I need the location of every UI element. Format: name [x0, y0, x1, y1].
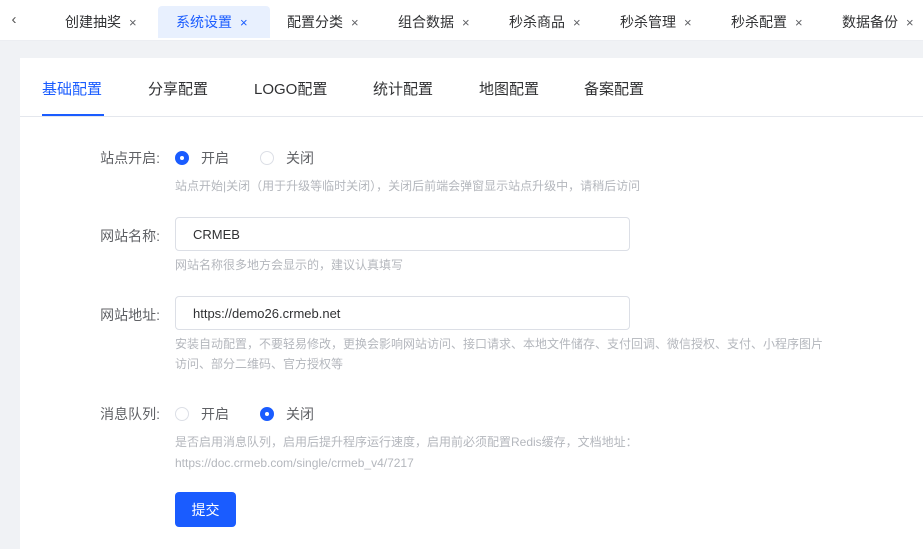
subtab-logo-config[interactable]: LOGO配置: [254, 78, 327, 99]
message-queue-hint-line2: https://doc.crmeb.com/single/crmeb_v4/72…: [175, 456, 414, 470]
radio-checked-icon: [260, 407, 274, 421]
site-name-input[interactable]: [175, 217, 630, 251]
tab-seckill-manage[interactable]: 秒杀管理 ×: [610, 6, 702, 38]
close-icon[interactable]: ×: [795, 15, 803, 30]
radio-label: 关闭: [286, 406, 314, 422]
tags-view-bar: ‹ 创建抽奖 × 系统设置 × 配置分类 × 组合数据 × 秒杀商品 × 秒杀管理 × 秒杀…: [0, 0, 923, 41]
scroll-left-icon[interactable]: ‹: [0, 0, 28, 40]
tab-label: 秒杀管理: [620, 14, 676, 30]
tab-data-backup[interactable]: 数据备份 ×: [832, 6, 914, 38]
tab-label: 系统设置: [176, 14, 232, 30]
site-url-label: 网站地址:: [100, 307, 160, 323]
close-icon[interactable]: ×: [129, 15, 137, 30]
message-queue-label: 消息队列:: [100, 406, 160, 422]
radio-unchecked-icon: [175, 407, 189, 421]
site-open-radio-off[interactable]: 关闭: [260, 148, 314, 168]
radio-label: 开启: [201, 406, 229, 422]
subtab-basic-config[interactable]: 基础配置: [42, 78, 102, 99]
tab-system-settings[interactable]: 系统设置 ×: [158, 6, 270, 38]
message-queue-radio-off[interactable]: 关闭: [260, 404, 314, 424]
radio-checked-icon: [175, 151, 189, 165]
tab-combined-data[interactable]: 组合数据 ×: [388, 6, 480, 38]
site-open-hint: 站点开始|关闭（用于升级等临时关闭），关闭后前端会弹窗显示站点升级中，请稍后访问: [175, 179, 641, 193]
tab-label: 数据备份: [842, 14, 898, 30]
subtab-filing-config[interactable]: 备案配置: [584, 78, 644, 99]
site-open-label: 站点开启:: [100, 150, 160, 166]
close-icon[interactable]: ×: [351, 15, 359, 30]
close-icon[interactable]: ×: [906, 15, 914, 30]
radio-unchecked-icon: [260, 151, 274, 165]
site-name-hint: 网站名称很多地方会显示的，建议认真填写: [175, 258, 404, 272]
subtab-stats-config[interactable]: 统计配置: [373, 78, 433, 99]
site-url-hint-line2: 访问、部分二维码、官方授权等: [175, 357, 344, 371]
config-subtabs: 基础配置 分享配置 LOGO配置 统计配置 地图配置 备案配置: [20, 58, 923, 117]
tab-label: 秒杀商品: [509, 14, 565, 30]
tab-label: 秒杀配置: [731, 14, 787, 30]
close-icon[interactable]: ×: [462, 15, 470, 30]
message-queue-radio-on[interactable]: 开启: [175, 404, 229, 424]
tab-label: 配置分类: [287, 14, 343, 30]
tab-config-category[interactable]: 配置分类 ×: [277, 6, 369, 38]
tab-seckill-products[interactable]: 秒杀商品 ×: [499, 6, 591, 38]
close-icon[interactable]: ×: [240, 15, 248, 30]
tab-create-lottery[interactable]: 创建抽奖 ×: [55, 6, 147, 38]
site-url-hint-line1: 安装自动配置，不要轻易修改，更换会影响网站访问、接口请求、本地文件储存、支付回调…: [175, 337, 824, 351]
site-name-label: 网站名称:: [100, 228, 160, 244]
submit-button[interactable]: 提交: [175, 492, 236, 527]
close-icon[interactable]: ×: [684, 15, 692, 30]
tab-label: 创建抽奖: [65, 14, 121, 30]
radio-label: 关闭: [286, 150, 314, 166]
site-open-radio-on[interactable]: 开启: [175, 148, 229, 168]
close-icon[interactable]: ×: [573, 15, 581, 30]
radio-label: 开启: [201, 150, 229, 166]
tab-seckill-config[interactable]: 秒杀配置 ×: [721, 6, 813, 38]
tab-label: 组合数据: [398, 14, 454, 30]
site-url-input[interactable]: [175, 296, 630, 330]
subtab-share-config[interactable]: 分享配置: [148, 78, 208, 99]
settings-card: 基础配置 分享配置 LOGO配置 统计配置 地图配置 备案配置 站点开启: 开启…: [20, 58, 923, 549]
subtab-map-config[interactable]: 地图配置: [479, 78, 539, 99]
active-tab-indicator: [42, 114, 104, 116]
message-queue-hint-line1: 是否启用消息队列，启用后提升程序运行速度，启用前必须配置Redis缓存，文档地址…: [175, 435, 638, 449]
